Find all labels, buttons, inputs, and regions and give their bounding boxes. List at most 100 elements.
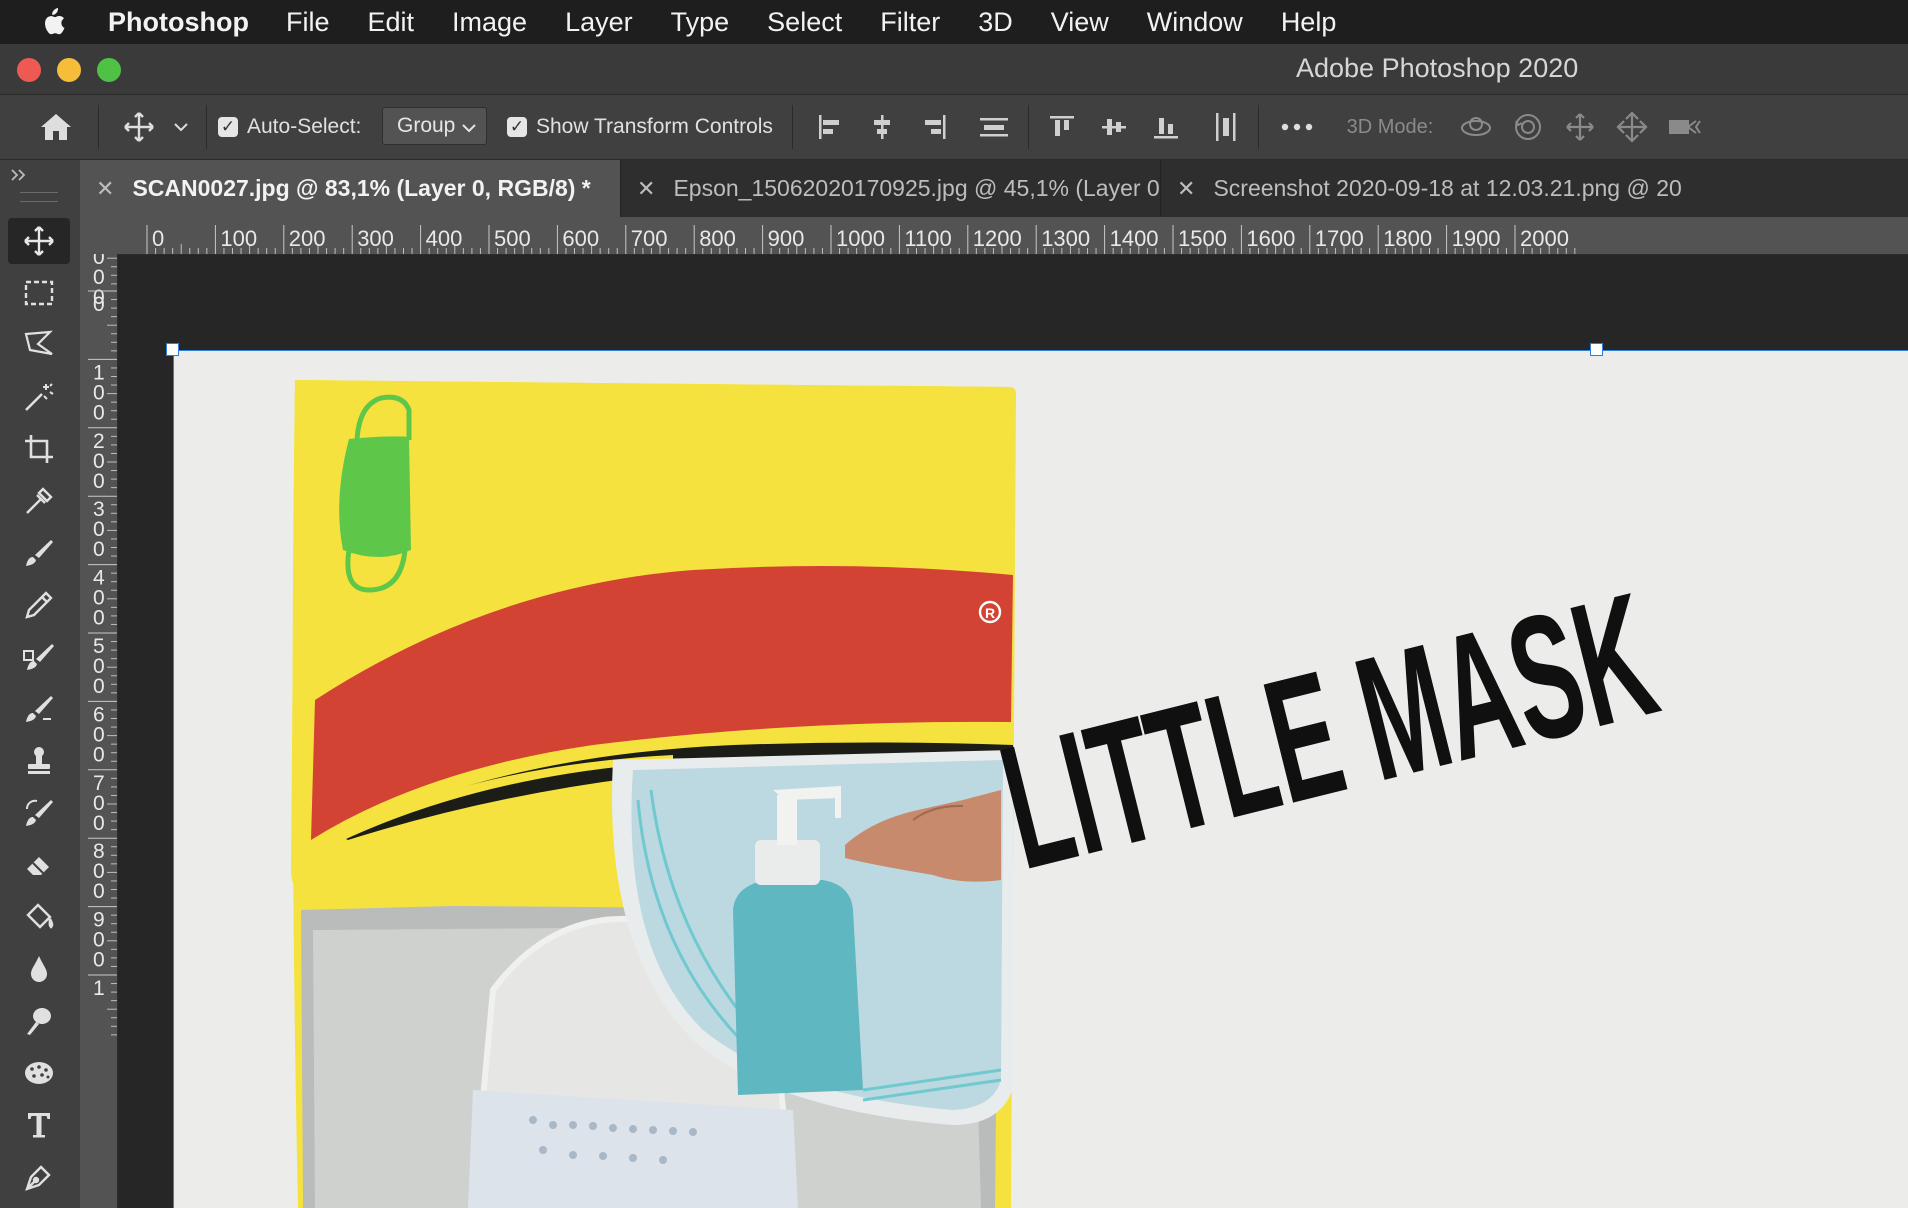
transform-handle-top-center[interactable]: [1590, 343, 1603, 356]
ruler-tick-label: 0: [93, 293, 105, 316]
ruler-tick-label: 500: [494, 226, 531, 251]
menu-layer[interactable]: Layer: [565, 7, 633, 38]
tab-screenshot[interactable]: ✕ Screenshot 2020-09-18 at 12.03.21.png …: [1161, 160, 1908, 217]
menu-3d[interactable]: 3D: [978, 7, 1013, 38]
menu-window[interactable]: Window: [1147, 7, 1243, 38]
more-options-icon[interactable]: [1272, 95, 1322, 159]
magic-wand-tool[interactable]: [8, 374, 70, 420]
menu-select[interactable]: Select: [767, 7, 842, 38]
3d-roll-icon[interactable]: [1508, 95, 1548, 159]
ruler-tick-label: 1700: [1315, 226, 1364, 251]
menu-image[interactable]: Image: [452, 7, 527, 38]
tab-label: SCAN0027.jpg @ 83,1% (Layer 0, RGB/8) *: [132, 175, 591, 201]
type-tool[interactable]: [8, 1102, 70, 1148]
ruler-tick-label: 0: [93, 812, 105, 835]
document-tab-bar: ✕ SCAN0027.jpg @ 83,1% (Layer 0, RGB/8) …: [80, 160, 1908, 217]
close-window-button[interactable]: [17, 58, 41, 82]
ruler-tick-label: 0: [93, 675, 105, 698]
brush-tool[interactable]: [8, 530, 70, 576]
close-tab-icon[interactable]: ✕: [96, 176, 114, 202]
vertical-ruler[interactable]: 100001002003004005006007008009001: [80, 254, 118, 1208]
ruler-tick-label: 1300: [1041, 226, 1090, 251]
ruler-tick-label: 800: [699, 226, 736, 251]
align-left-edges-icon[interactable]: [810, 95, 850, 159]
tool-preset-chevron-down-icon[interactable]: [168, 95, 194, 159]
distribute-horizontal-icon[interactable]: [1206, 95, 1246, 159]
ruler-origin[interactable]: [80, 217, 117, 254]
sponge-tool[interactable]: [8, 1050, 70, 1096]
color-replacement-tool[interactable]: [8, 634, 70, 680]
ruler-tick-label: 1100: [904, 226, 951, 251]
menu-edit[interactable]: Edit: [368, 7, 415, 38]
marquee-tool[interactable]: [8, 270, 70, 316]
distribute-vertical-icon[interactable]: [972, 95, 1016, 159]
auto-select-value: Group: [397, 114, 456, 137]
ruler-tick-label: 0: [93, 538, 105, 561]
document-canvas[interactable]: R LITTLE MASK: [173, 350, 1908, 1208]
tab-scan0027[interactable]: ✕ SCAN0027.jpg @ 83,1% (Layer 0, RGB/8) …: [80, 160, 621, 217]
show-transform-controls-checkbox[interactable]: ✓ Show Transform Controls: [507, 95, 787, 159]
blur-tool[interactable]: [8, 946, 70, 992]
auto-select-label: Auto-Select:: [247, 115, 362, 138]
show-transform-label: Show Transform Controls: [536, 115, 773, 138]
auto-select-dropdown[interactable]: Group: [382, 107, 487, 145]
transform-handle-top-left[interactable]: [166, 343, 179, 356]
dodge-tool[interactable]: [8, 998, 70, 1044]
apple-icon[interactable]: [38, 6, 70, 38]
home-icon[interactable]: [30, 95, 82, 159]
align-bottom-edges-icon[interactable]: [1146, 95, 1186, 159]
zoom-window-button[interactable]: [97, 58, 121, 82]
clone-stamp-tool[interactable]: [8, 738, 70, 784]
brush-icon: [26, 540, 53, 566]
tab-epson-scan[interactable]: ✕ Epson_15062020170925.jpg @ 45,1% (Laye…: [621, 160, 1161, 217]
menu-app-name[interactable]: Photoshop: [108, 7, 249, 38]
align-right-edges-icon[interactable]: [914, 95, 954, 159]
auto-select-checkbox[interactable]: ✓ Auto-Select:: [218, 95, 378, 159]
ruler-tick-label: 1200: [973, 226, 1022, 251]
menu-file[interactable]: File: [286, 7, 330, 38]
pencil-tool[interactable]: [8, 582, 70, 628]
pen-tool[interactable]: [8, 1154, 70, 1200]
lasso-tool[interactable]: [8, 322, 70, 368]
pen-icon: [25, 1165, 51, 1191]
ruler-tick-label: 1800: [1383, 226, 1432, 251]
chevron-down-icon: [462, 124, 476, 133]
3d-orbit-icon[interactable]: [1456, 95, 1496, 159]
paint-bucket-tool[interactable]: [8, 894, 70, 940]
panel-grip[interactable]: [20, 192, 58, 202]
history-brush-tool[interactable]: [8, 686, 70, 732]
transform-bounding-box[interactable]: [173, 350, 1908, 351]
menu-filter[interactable]: Filter: [880, 7, 940, 38]
tab-label: Screenshot 2020-09-18 at 12.03.21.png @ …: [1213, 175, 1682, 201]
art-history-brush-tool[interactable]: [8, 790, 70, 836]
menu-help[interactable]: Help: [1281, 7, 1337, 38]
ruler-tick-label: 0: [152, 226, 164, 251]
ruler-tick-label: 1400: [1110, 226, 1159, 251]
menu-view[interactable]: View: [1051, 7, 1109, 38]
collapse-panel-icon[interactable]: [10, 168, 28, 182]
align-vertical-centers-icon[interactable]: [1094, 95, 1134, 159]
clone-brush-icon: [23, 644, 54, 670]
ruler-tick-label: 200: [289, 226, 326, 251]
minimize-window-button[interactable]: [57, 58, 81, 82]
align-horizontal-centers-icon[interactable]: [862, 95, 902, 159]
ruler-tick-label: 300: [357, 226, 394, 251]
menu-type[interactable]: Type: [671, 7, 730, 38]
crop-tool[interactable]: [8, 426, 70, 472]
move-tool-icon[interactable]: [118, 95, 160, 159]
eraser-tool[interactable]: [8, 842, 70, 888]
close-tab-icon[interactable]: ✕: [637, 176, 655, 202]
canvas-area[interactable]: R LITTLE MASK: [118, 255, 1908, 1208]
eraser-icon: [27, 857, 49, 875]
close-tab-icon[interactable]: ✕: [1177, 176, 1195, 202]
tools-panel: [0, 160, 81, 1208]
3d-camera-icon[interactable]: [1664, 95, 1708, 159]
align-top-edges-icon[interactable]: [1042, 95, 1082, 159]
water-drop-icon: [31, 956, 47, 982]
eyedropper-tool[interactable]: [8, 478, 70, 524]
3d-slide-icon[interactable]: [1612, 95, 1652, 159]
3d-pan-icon[interactable]: [1560, 95, 1600, 159]
horizontal-ruler[interactable]: 0 100 200 300 400 500 600 700 800 900 1000 1100 1200…: [80, 217, 1908, 255]
ruler-tick-label: 0: [93, 607, 105, 630]
move-tool[interactable]: [8, 218, 70, 264]
